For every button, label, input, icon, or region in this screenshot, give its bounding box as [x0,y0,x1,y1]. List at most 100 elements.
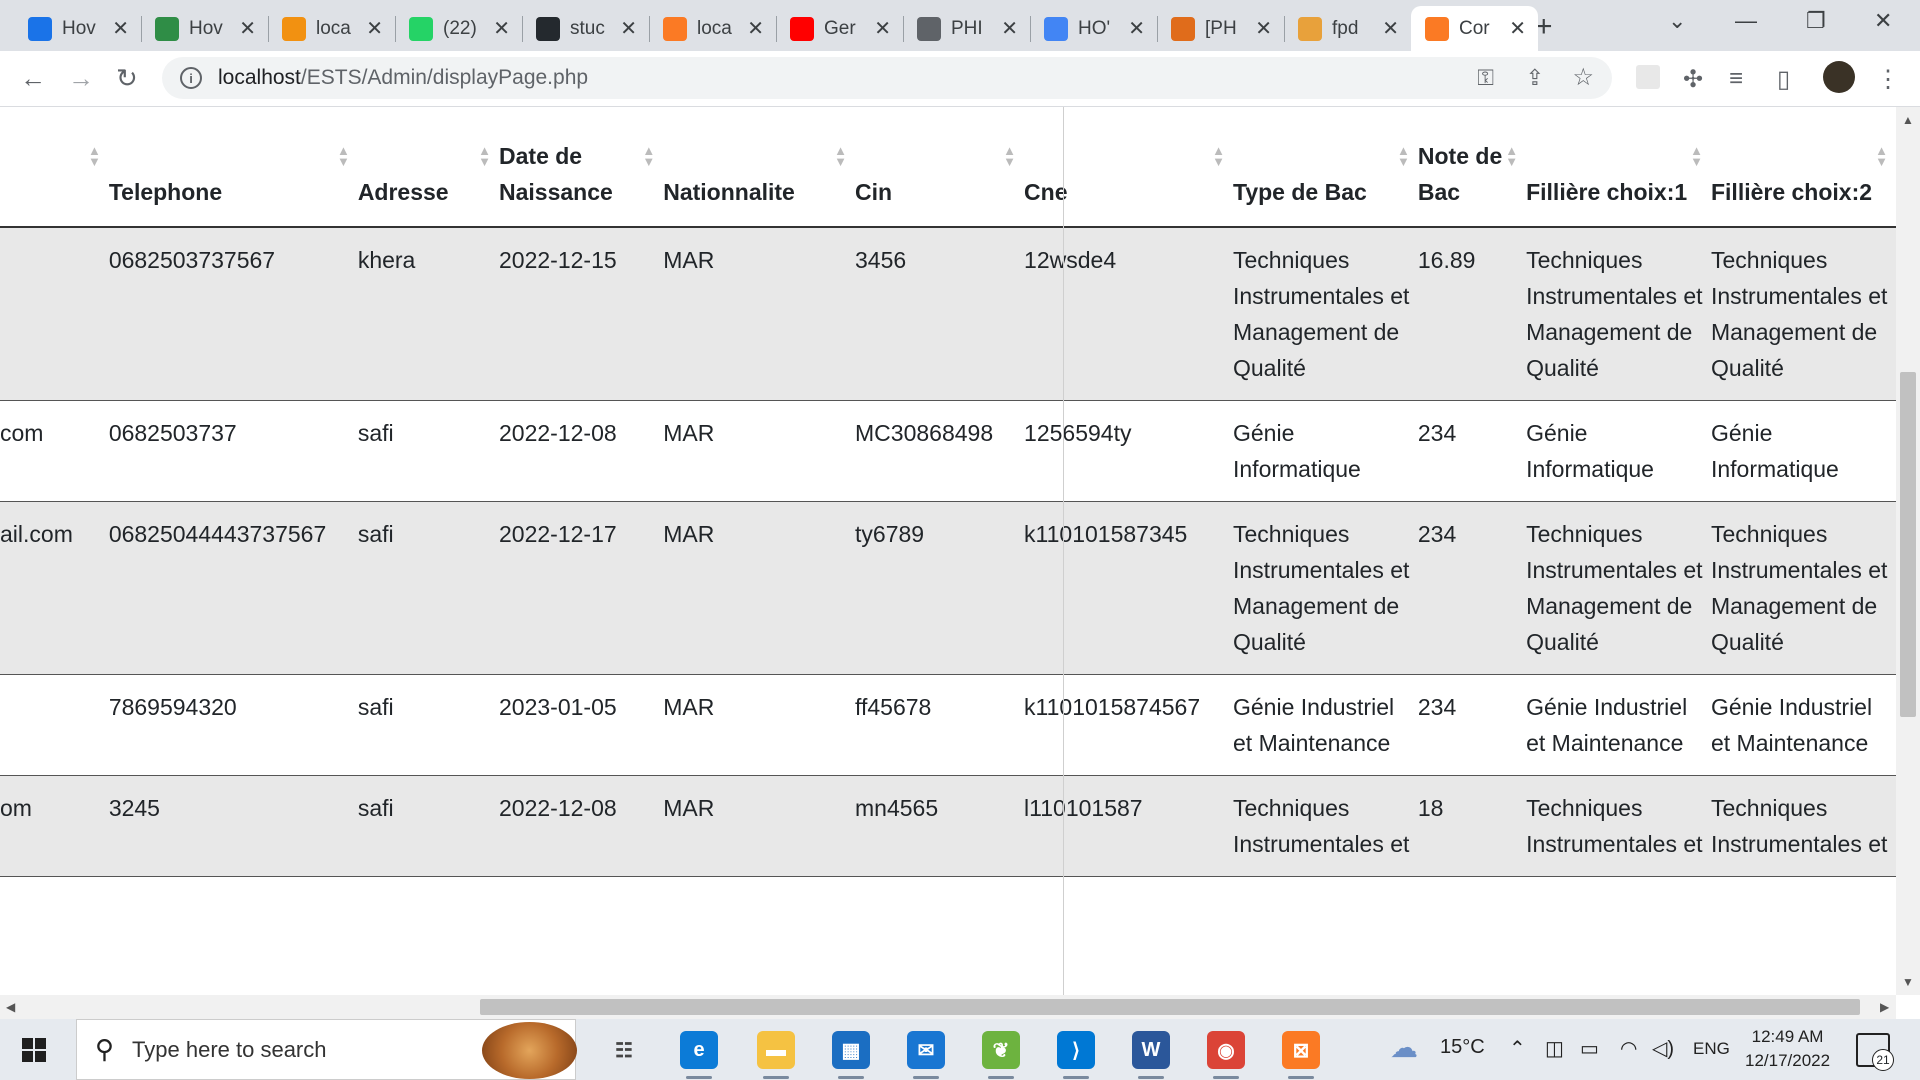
edge-icon[interactable]: e [680,1031,718,1079]
browser-tab[interactable]: stuc ✕ [522,6,649,51]
close-tab-icon[interactable]: ✕ [1382,16,1399,41]
search-highlight-icon[interactable] [482,1022,577,1079]
column-header[interactable]: Note de Bac ▲ ▼ [1417,107,1527,228]
minimize-icon[interactable]: — [1735,8,1757,34]
scroll-up-icon[interactable]: ▲ [1902,113,1914,127]
key-icon[interactable]: ⚿ [1477,65,1494,91]
scroll-left-icon[interactable]: ◀ [6,1000,15,1014]
volume-icon[interactable]: ◁) [1652,1036,1674,1061]
vertical-scroll-thumb[interactable] [1900,372,1916,717]
browser-tab[interactable]: [PH ✕ [1157,6,1284,51]
browser-tab[interactable]: (22) ✕ [395,6,522,51]
column-header[interactable]: Date de Naissance ▲ ▼ [499,107,664,228]
notification-center-icon[interactable]: 21 [1856,1033,1894,1071]
column-header[interactable]: ▲ ▼ [0,107,109,228]
vertical-scrollbar[interactable]: ▲ ▼ [1896,107,1920,995]
forward-icon[interactable]: → [68,63,94,94]
url-text[interactable]: localhost/ESTS/Admin/displayPage.php [218,66,588,90]
scroll-down-icon[interactable]: ▼ [1902,975,1914,989]
browser-tab[interactable]: loca ✕ [649,6,776,51]
close-tab-icon[interactable]: ✕ [1001,16,1018,41]
show-hidden-icons-icon[interactable]: ⌃ [1509,1036,1526,1061]
close-window-icon[interactable]: ✕ [1874,8,1892,34]
sort-icon[interactable]: ▲ ▼ [1212,144,1225,168]
horizontal-scrollbar[interactable]: ◀ ▶ [0,995,1896,1019]
scroll-right-icon[interactable]: ▶ [1880,1000,1889,1014]
share-icon[interactable]: ⇪ [1526,65,1544,91]
menu-icon[interactable]: ⋮ [1876,65,1900,94]
windows-start-icon[interactable] [22,1038,46,1062]
horizontal-scroll-thumb[interactable] [480,999,1860,1015]
xampp-icon[interactable]: ⊠ [1282,1031,1320,1079]
sort-icon[interactable]: ▲ ▼ [1003,144,1016,168]
reload-icon[interactable]: ↻ [116,63,138,94]
language-indicator[interactable]: ENG [1693,1039,1730,1059]
restore-icon[interactable]: ❐ [1806,8,1826,34]
back-icon[interactable]: ← [20,63,46,94]
close-tab-icon[interactable]: ✕ [1128,16,1145,41]
side-panel-icon[interactable]: ▯ [1777,65,1790,94]
store-icon[interactable]: ▦ [832,1031,870,1079]
vscode-icon[interactable]: ⟩ [1057,1031,1095,1079]
close-tab-icon[interactable]: ✕ [493,16,510,41]
chrome-icon[interactable]: ◉ [1207,1031,1245,1079]
sort-icon[interactable]: ▲ ▼ [1397,144,1410,168]
column-header[interactable]: Adresse ▲ ▼ [357,107,500,228]
sort-icon[interactable]: ▲ ▼ [834,144,847,168]
browser-tab[interactable]: PHI ✕ [903,6,1030,51]
avatar[interactable] [1823,61,1855,93]
table-cell: MAR [663,501,856,675]
extension-icon[interactable] [1636,65,1660,89]
table-cell: 0682503737567 [108,227,358,401]
taskbar-search-box[interactable]: ⚲ Type here to search [76,1019,577,1080]
meet-now-icon[interactable]: ◫ [1545,1036,1564,1061]
mail-icon[interactable]: ✉ [907,1031,945,1079]
reading-list-icon[interactable]: ≡ [1729,65,1743,93]
close-tab-icon[interactable]: ✕ [1509,16,1526,41]
sort-icon[interactable]: ▲ ▼ [1690,144,1703,168]
close-tab-icon[interactable]: ✕ [239,16,256,41]
table-cell: 12wsde4 [1024,227,1233,401]
sort-icon[interactable]: ▲ ▼ [478,144,491,168]
browser-tab[interactable]: Ger ✕ [776,6,903,51]
weather-icon[interactable]: ☁ [1390,1031,1418,1064]
word-icon[interactable]: W [1132,1031,1170,1079]
browser-tab[interactable]: HO' ✕ [1030,6,1157,51]
browser-tab[interactable]: loca ✕ [268,6,395,51]
table-cell: safi [357,674,500,776]
close-tab-icon[interactable]: ✕ [620,16,637,41]
tab-search-icon[interactable]: ⌄ [1668,8,1686,34]
close-tab-icon[interactable]: ✕ [1255,16,1272,41]
column-header[interactable]: Fillière choix:1 ▲ ▼ [1526,107,1711,228]
browser-tab[interactable]: Hov ✕ [141,6,268,51]
address-bar[interactable]: i localhost/ESTS/Admin/displayPage.php ⚿… [162,57,1612,99]
browser-tab[interactable]: Hov ✕ [14,6,141,51]
close-tab-icon[interactable]: ✕ [112,16,129,41]
close-tab-icon[interactable]: ✕ [874,16,891,41]
weather-temp[interactable]: 15°C [1440,1036,1485,1059]
sort-icon[interactable]: ▲ ▼ [1505,144,1518,168]
close-tab-icon[interactable]: ✕ [366,16,383,41]
task-view-icon[interactable]: ☷ [605,1031,643,1069]
sort-icon[interactable]: ▲ ▼ [337,144,350,168]
sort-icon[interactable]: ▲ ▼ [642,144,655,168]
column-header[interactable]: Cne ▲ ▼ [1024,107,1233,228]
column-header[interactable]: Nationnalite ▲ ▼ [663,107,856,228]
clock[interactable]: 12:49 AM 12/17/2022 [1745,1025,1830,1073]
bookmark-star-icon[interactable]: ☆ [1572,63,1594,92]
browser-tab[interactable]: fpd ✕ [1284,6,1411,51]
spring-icon[interactable]: ❦ [982,1031,1020,1079]
wifi-icon[interactable]: ◠ [1620,1036,1637,1061]
file-explorer-icon[interactable]: ▬ [757,1031,795,1079]
column-header[interactable]: Type de Bac ▲ ▼ [1233,107,1418,228]
battery-icon[interactable]: ▭ [1580,1036,1599,1061]
browser-tab[interactable]: Cor ✕ [1411,6,1538,51]
site-info-icon[interactable]: i [180,67,202,89]
column-header[interactable]: Cin ▲ ▼ [855,107,1025,228]
sort-icon[interactable]: ▲ ▼ [88,144,101,168]
puzzle-icon[interactable]: ✣ [1683,65,1703,94]
column-header[interactable]: Telephone ▲ ▼ [108,107,358,228]
sort-icon[interactable]: ▲ ▼ [1875,144,1888,168]
column-header[interactable]: Fillière choix:2 ▲ ▼ [1710,107,1896,228]
close-tab-icon[interactable]: ✕ [747,16,764,41]
